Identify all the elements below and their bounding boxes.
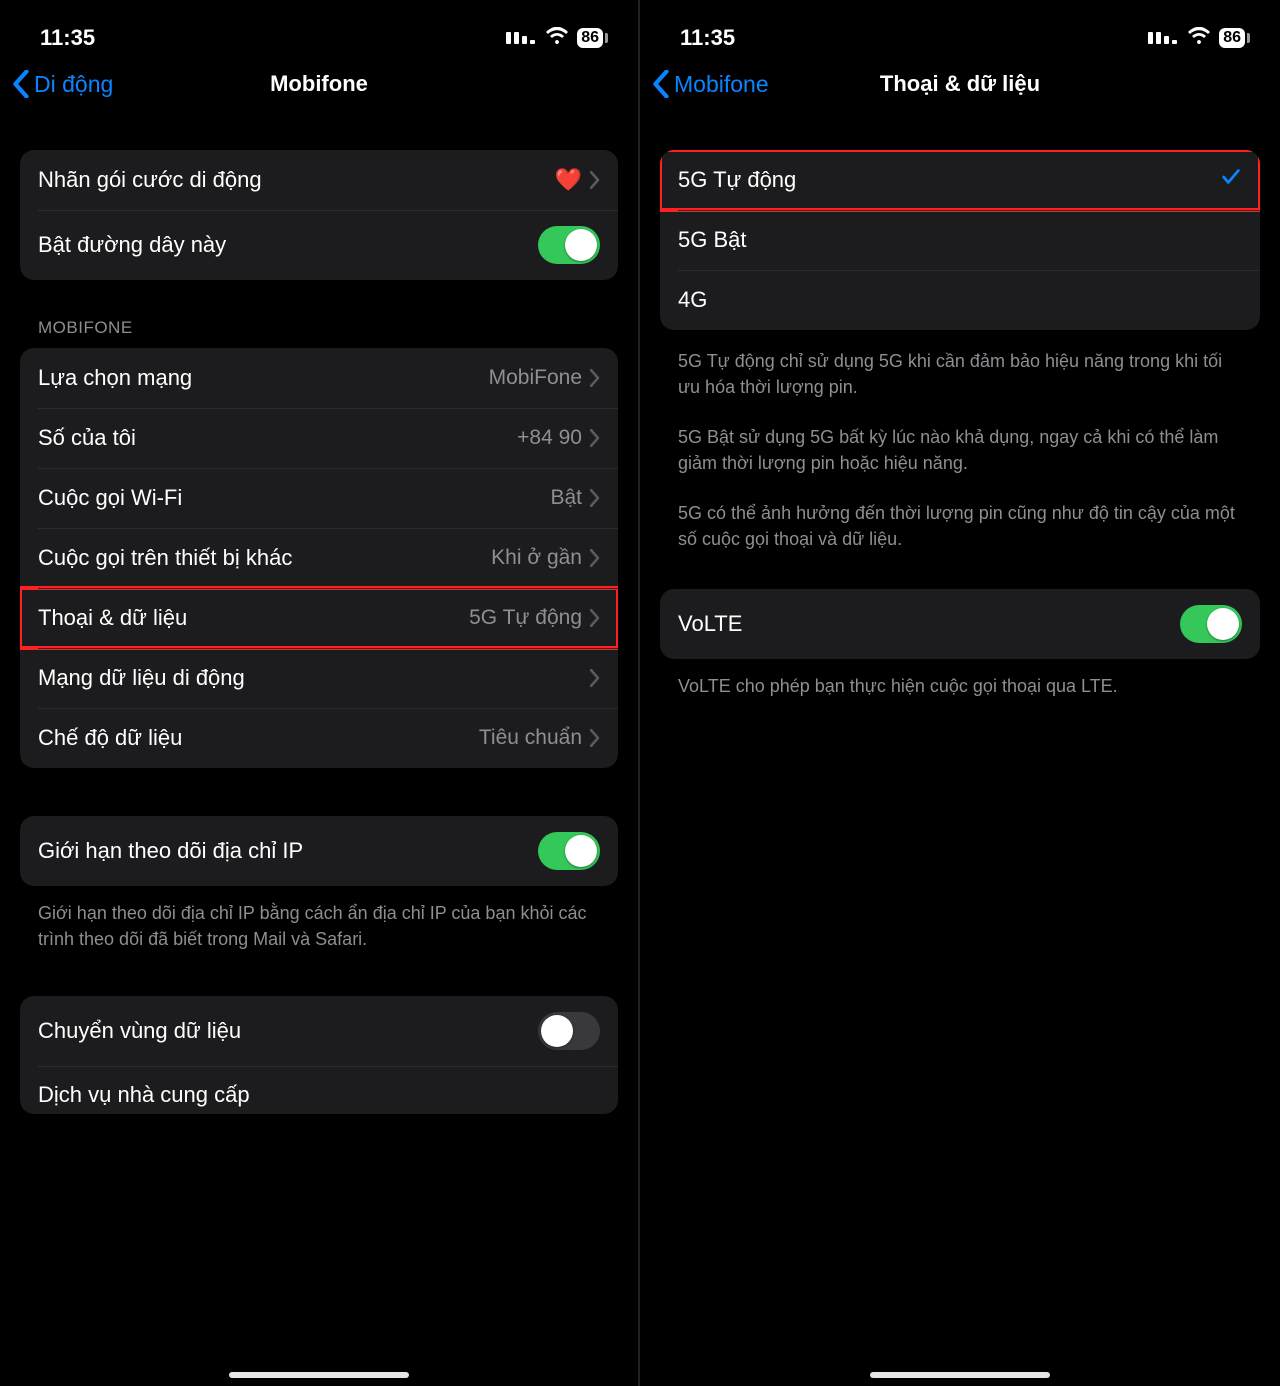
- chevron-right-icon: [590, 549, 600, 567]
- row-value: Tiêu chuẩn: [479, 726, 582, 750]
- row-label: 4G: [678, 287, 1242, 313]
- row-value: +84 90: [517, 426, 582, 450]
- row-limit-ip-tracking[interactable]: Giới hạn theo dõi địa chỉ IP: [20, 816, 618, 886]
- option-5g-on[interactable]: 5G Bật: [660, 210, 1260, 270]
- back-button[interactable]: Mobifone: [650, 70, 769, 98]
- row-data-roaming[interactable]: Chuyển vùng dữ liệu: [20, 996, 618, 1066]
- row-label: VoLTE: [678, 611, 1180, 637]
- status-time: 11:35: [680, 25, 735, 51]
- battery-icon: 86: [1219, 28, 1250, 48]
- cellular-signal-icon: [1148, 32, 1177, 44]
- option-5g-auto[interactable]: 5G Tự động: [660, 150, 1260, 210]
- battery-icon: 86: [577, 28, 608, 48]
- row-label: Cuộc gọi Wi-Fi: [38, 485, 550, 511]
- wifi-icon: [1187, 25, 1211, 51]
- row-value: Bật: [550, 486, 582, 510]
- row-carrier-services[interactable]: Dịch vụ nhà cung cấp: [20, 1066, 618, 1114]
- toggle-on[interactable]: [1180, 605, 1242, 643]
- chevron-right-icon: [590, 609, 600, 627]
- nav-header: Di động Mobifone: [0, 58, 638, 110]
- chevron-right-icon: [590, 669, 600, 687]
- section-header: MOBIFONE: [38, 318, 600, 338]
- group-carrier-settings: Lựa chọn mạng MobiFone Số của tôi +84 90…: [20, 348, 618, 768]
- row-cellular-plan-label[interactable]: Nhãn gói cước di động ❤️: [20, 150, 618, 210]
- chevron-right-icon: [590, 729, 600, 747]
- group-limit-ip: Giới hạn theo dõi địa chỉ IP: [20, 816, 618, 886]
- row-wifi-calling[interactable]: Cuộc gọi Wi-Fi Bật: [20, 468, 618, 528]
- chevron-right-icon: [590, 489, 600, 507]
- row-my-number[interactable]: Số của tôi +84 90: [20, 408, 618, 468]
- row-value: Khi ở gần: [491, 546, 582, 570]
- footer-5g-note: 5G có thể ảnh hưởng đến thời lượng pin c…: [678, 500, 1242, 552]
- row-label: Cuộc gọi trên thiết bị khác: [38, 545, 491, 571]
- group-volte: VoLTE: [660, 589, 1260, 659]
- row-label: Nhãn gói cước di động: [38, 167, 555, 193]
- chevron-right-icon: [590, 171, 600, 189]
- screen-mobifone-settings: 11:35 86 Di động Mobifone Nhãn gói cước …: [0, 0, 640, 1386]
- screen-voice-and-data: 11:35 86 Mobifone Thoại & dữ liệu 5G Tự …: [640, 0, 1280, 1386]
- row-label: Bật đường dây này: [38, 232, 538, 258]
- heart-icon: ❤️: [555, 167, 582, 193]
- row-volte[interactable]: VoLTE: [660, 589, 1260, 659]
- back-label: Mobifone: [674, 71, 769, 98]
- home-indicator[interactable]: [870, 1372, 1050, 1378]
- row-turn-on-line[interactable]: Bật đường dây này: [20, 210, 618, 280]
- chevron-right-icon: [590, 369, 600, 387]
- back-button[interactable]: Di động: [10, 70, 113, 98]
- footer-volte: VoLTE cho phép bạn thực hiện cuộc gọi th…: [678, 673, 1242, 699]
- row-label: Dịch vụ nhà cung cấp: [38, 1082, 600, 1108]
- toggle-on[interactable]: [538, 226, 600, 264]
- cellular-signal-icon: [506, 32, 535, 44]
- back-label: Di động: [34, 71, 113, 98]
- footer-limit-ip: Giới hạn theo dõi địa chỉ IP bằng cách ẩ…: [38, 900, 600, 952]
- nav-header: Mobifone Thoại & dữ liệu: [640, 58, 1280, 110]
- status-time: 11:35: [40, 25, 95, 51]
- group-roaming: Chuyển vùng dữ liệu Dịch vụ nhà cung cấp: [20, 996, 618, 1114]
- row-label: Thoại & dữ liệu: [38, 605, 469, 631]
- row-value: MobiFone: [489, 366, 582, 390]
- status-bar: 11:35 86: [0, 0, 638, 58]
- row-label: Chuyển vùng dữ liệu: [38, 1018, 538, 1044]
- toggle-off[interactable]: [538, 1012, 600, 1050]
- row-label: Lựa chọn mạng: [38, 365, 489, 391]
- footer-5g-on: 5G Bật sử dụng 5G bất kỳ lúc nào khả dụn…: [678, 424, 1242, 476]
- row-label: Số của tôi: [38, 425, 517, 451]
- wifi-icon: [545, 25, 569, 51]
- row-cellular-data-network[interactable]: Mạng dữ liệu di động: [20, 648, 618, 708]
- row-data-mode[interactable]: Chế độ dữ liệu Tiêu chuẩn: [20, 708, 618, 768]
- status-bar: 11:35 86: [640, 0, 1280, 58]
- row-voice-and-data[interactable]: Thoại & dữ liệu 5G Tự động: [20, 588, 618, 648]
- row-label: Giới hạn theo dõi địa chỉ IP: [38, 838, 538, 864]
- row-calls-other-devices[interactable]: Cuộc gọi trên thiết bị khác Khi ở gần: [20, 528, 618, 588]
- option-4g[interactable]: 4G: [660, 270, 1260, 330]
- footer-5g-auto: 5G Tự động chỉ sử dụng 5G khi cần đảm bả…: [678, 348, 1242, 400]
- row-network-selection[interactable]: Lựa chọn mạng MobiFone: [20, 348, 618, 408]
- group-mode-options: 5G Tự động 5G Bật 4G: [660, 150, 1260, 330]
- chevron-right-icon: [590, 429, 600, 447]
- group-line: Nhãn gói cước di động ❤️ Bật đường dây n…: [20, 150, 618, 280]
- toggle-on[interactable]: [538, 832, 600, 870]
- home-indicator[interactable]: [229, 1372, 409, 1378]
- row-label: Mạng dữ liệu di động: [38, 665, 590, 691]
- checkmark-icon: [1220, 166, 1242, 194]
- row-label: Chế độ dữ liệu: [38, 725, 479, 751]
- row-value: 5G Tự động: [469, 606, 582, 630]
- row-label: 5G Tự động: [678, 167, 1220, 193]
- row-label: 5G Bật: [678, 227, 1242, 253]
